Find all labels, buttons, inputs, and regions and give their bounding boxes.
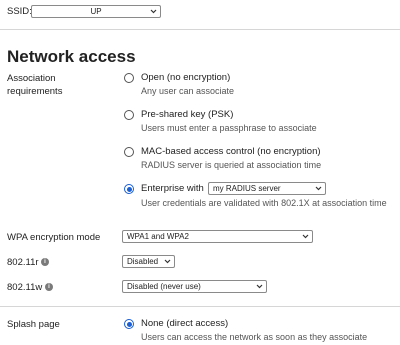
option-open-description: Any user can associate [141, 86, 235, 96]
r80211r-select[interactable]: Disabled [122, 255, 175, 268]
wpa-label: WPA encryption mode [7, 232, 101, 243]
radius-server-select[interactable]: my RADIUS server [208, 182, 326, 195]
wpa-select-value: WPA1 and WPA2 [127, 232, 189, 241]
radio-mac[interactable] [124, 147, 134, 157]
radio-splash-none[interactable] [124, 319, 134, 329]
option-open-label: Open (no encryption) [141, 72, 231, 83]
r80211w-select-value: Disabled (never use) [127, 282, 201, 291]
radius-server-value: my RADIUS server [213, 184, 281, 193]
association-label: Association [7, 73, 56, 84]
option-enterprise-description: User credentials are validated with 802.… [141, 198, 387, 208]
chevron-down-icon [256, 284, 263, 289]
option-psk-label: Pre-shared key (PSK) [141, 109, 234, 120]
association-label-line2: requirements [7, 86, 63, 97]
splash-label: Splash page [7, 319, 60, 330]
option-mac-label: MAC-based access control (no encryption) [141, 146, 321, 157]
chevron-down-icon [164, 259, 171, 264]
r80211r-label: 802.11r [7, 257, 39, 268]
section-title: Network access [7, 47, 136, 66]
splash-option-label: None (direct access) [141, 318, 229, 329]
section-divider-top [0, 29, 400, 30]
ssid-label: SSID: [7, 6, 32, 17]
r80211w-label: 802.11w [7, 282, 43, 293]
option-enterprise-label: Enterprise with [141, 183, 204, 194]
info-icon[interactable]: i [45, 283, 53, 291]
ssid-select[interactable]: UP [31, 5, 161, 18]
chevron-down-icon [150, 9, 157, 14]
chevron-down-icon [302, 234, 309, 239]
r80211w-select[interactable]: Disabled (never use) [122, 280, 267, 293]
section-divider-bottom [0, 306, 400, 307]
radio-psk[interactable] [124, 110, 134, 120]
r80211r-select-value: Disabled [127, 257, 159, 266]
radio-open[interactable] [124, 73, 134, 83]
option-mac-description: RADIUS server is queried at association … [141, 160, 322, 170]
option-psk-description: Users must enter a passphrase to associa… [141, 123, 317, 133]
ssid-select-value: UP [90, 7, 102, 16]
splash-option-description: Users can access the network as soon as … [141, 332, 368, 342]
wpa-select[interactable]: WPA1 and WPA2 [122, 230, 313, 243]
chevron-down-icon [315, 186, 322, 191]
radio-enterprise[interactable] [124, 184, 134, 194]
info-icon[interactable]: i [41, 258, 49, 266]
